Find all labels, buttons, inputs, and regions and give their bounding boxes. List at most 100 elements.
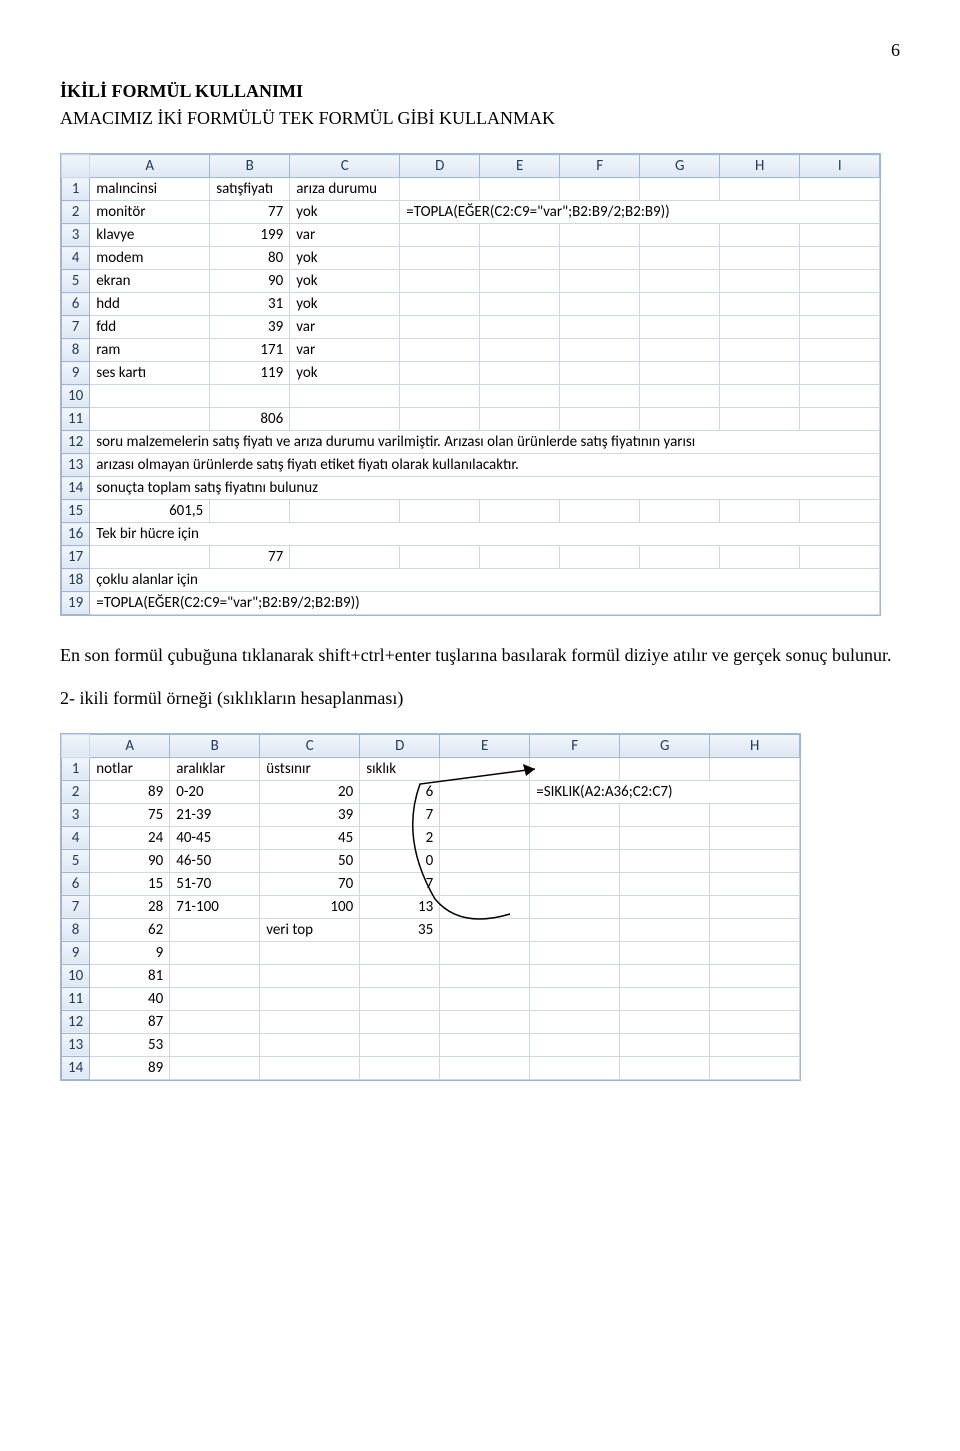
cell[interactable]	[710, 849, 800, 872]
cell[interactable]	[560, 339, 640, 362]
cell[interactable]	[710, 1033, 800, 1056]
cell[interactable]	[530, 1010, 620, 1033]
cell[interactable]	[560, 247, 640, 270]
cell[interactable]	[360, 941, 440, 964]
row-header[interactable]: 7	[62, 895, 90, 918]
row-header[interactable]: 8	[62, 918, 90, 941]
col-header-E[interactable]: E	[480, 155, 560, 178]
cell[interactable]: var	[290, 339, 400, 362]
cell[interactable]	[360, 1010, 440, 1033]
cell[interactable]	[480, 293, 560, 316]
cell[interactable]	[530, 1056, 620, 1079]
cell[interactable]	[440, 872, 530, 895]
cell[interactable]	[260, 1010, 360, 1033]
cell[interactable]: 0-20	[170, 780, 260, 803]
cell[interactable]	[640, 316, 720, 339]
row-header[interactable]: 6	[62, 872, 90, 895]
cell[interactable]: 35	[360, 918, 440, 941]
cell[interactable]	[640, 500, 720, 523]
cell[interactable]	[530, 872, 620, 895]
cell[interactable]	[400, 178, 480, 201]
cell[interactable]	[640, 385, 720, 408]
row-header[interactable]: 7	[62, 316, 90, 339]
cell[interactable]	[530, 941, 620, 964]
cell[interactable]	[640, 339, 720, 362]
cell[interactable]	[530, 849, 620, 872]
row-header[interactable]: 1	[62, 757, 90, 780]
cell[interactable]	[720, 247, 800, 270]
cell[interactable]	[530, 987, 620, 1010]
cell[interactable]	[440, 987, 530, 1010]
cell[interactable]	[210, 500, 290, 523]
cell[interactable]	[620, 1056, 710, 1079]
row-header[interactable]: 18	[62, 569, 90, 592]
cell[interactable]	[480, 178, 560, 201]
cell[interactable]: notlar	[90, 757, 170, 780]
cell[interactable]: 21-39	[170, 803, 260, 826]
cell[interactable]: =TOPLA(EĞER(C2:C9="var";B2:B9/2;B2:B9))	[90, 592, 880, 615]
cell[interactable]: 71-100	[170, 895, 260, 918]
cell[interactable]: fdd	[90, 316, 210, 339]
cell[interactable]	[640, 224, 720, 247]
cell[interactable]: 46-50	[170, 849, 260, 872]
cell[interactable]: 171	[210, 339, 290, 362]
cell[interactable]: 90	[210, 270, 290, 293]
cell[interactable]	[800, 385, 880, 408]
cell[interactable]	[480, 362, 560, 385]
cell[interactable]	[640, 270, 720, 293]
cell[interactable]	[800, 408, 880, 431]
cell[interactable]	[400, 316, 480, 339]
cell[interactable]	[710, 803, 800, 826]
cell[interactable]: yok	[290, 293, 400, 316]
cell[interactable]	[710, 872, 800, 895]
cell[interactable]: 40-45	[170, 826, 260, 849]
cell[interactable]: ram	[90, 339, 210, 362]
cell[interactable]	[170, 1010, 260, 1033]
cell[interactable]	[360, 964, 440, 987]
cell[interactable]: monitör	[90, 201, 210, 224]
cell[interactable]	[800, 247, 880, 270]
row-header[interactable]: 14	[62, 477, 90, 500]
cell[interactable]	[710, 964, 800, 987]
cell[interactable]: hdd	[90, 293, 210, 316]
cell[interactable]: sıklık	[360, 757, 440, 780]
cell[interactable]	[800, 293, 880, 316]
cell[interactable]	[640, 178, 720, 201]
row-header[interactable]: 5	[62, 849, 90, 872]
cell[interactable]: var	[290, 316, 400, 339]
cell[interactable]: 15	[90, 872, 170, 895]
cell[interactable]	[440, 780, 530, 803]
cell[interactable]	[710, 987, 800, 1010]
cell[interactable]: 40	[90, 987, 170, 1010]
cell[interactable]	[620, 1010, 710, 1033]
row-header[interactable]: 16	[62, 523, 90, 546]
col-header-E[interactable]: E	[440, 734, 530, 757]
cell[interactable]: 75	[90, 803, 170, 826]
cell[interactable]: 806	[210, 408, 290, 431]
cell[interactable]: 50	[260, 849, 360, 872]
cell[interactable]	[400, 339, 480, 362]
row-header[interactable]: 13	[62, 1033, 90, 1056]
row-header[interactable]: 10	[62, 385, 90, 408]
row-header[interactable]: 12	[62, 431, 90, 454]
col-header-A[interactable]: A	[90, 734, 170, 757]
cell[interactable]	[720, 293, 800, 316]
cell[interactable]	[720, 270, 800, 293]
cell[interactable]	[210, 385, 290, 408]
cell[interactable]	[440, 757, 530, 780]
cell[interactable]	[560, 546, 640, 569]
row-header[interactable]: 2	[62, 201, 90, 224]
cell[interactable]	[480, 224, 560, 247]
cell[interactable]	[720, 362, 800, 385]
cell[interactable]	[530, 803, 620, 826]
cell[interactable]	[620, 1033, 710, 1056]
col-header-H[interactable]: H	[710, 734, 800, 757]
cell[interactable]	[480, 385, 560, 408]
row-header[interactable]: 3	[62, 803, 90, 826]
cell[interactable]: ekran	[90, 270, 210, 293]
row-header[interactable]: 4	[62, 247, 90, 270]
cell[interactable]	[530, 964, 620, 987]
cell[interactable]: veri top	[260, 918, 360, 941]
cell[interactable]: 2	[360, 826, 440, 849]
cell[interactable]: arızası olmayan ürünlerde satış fiyatı e…	[90, 454, 880, 477]
